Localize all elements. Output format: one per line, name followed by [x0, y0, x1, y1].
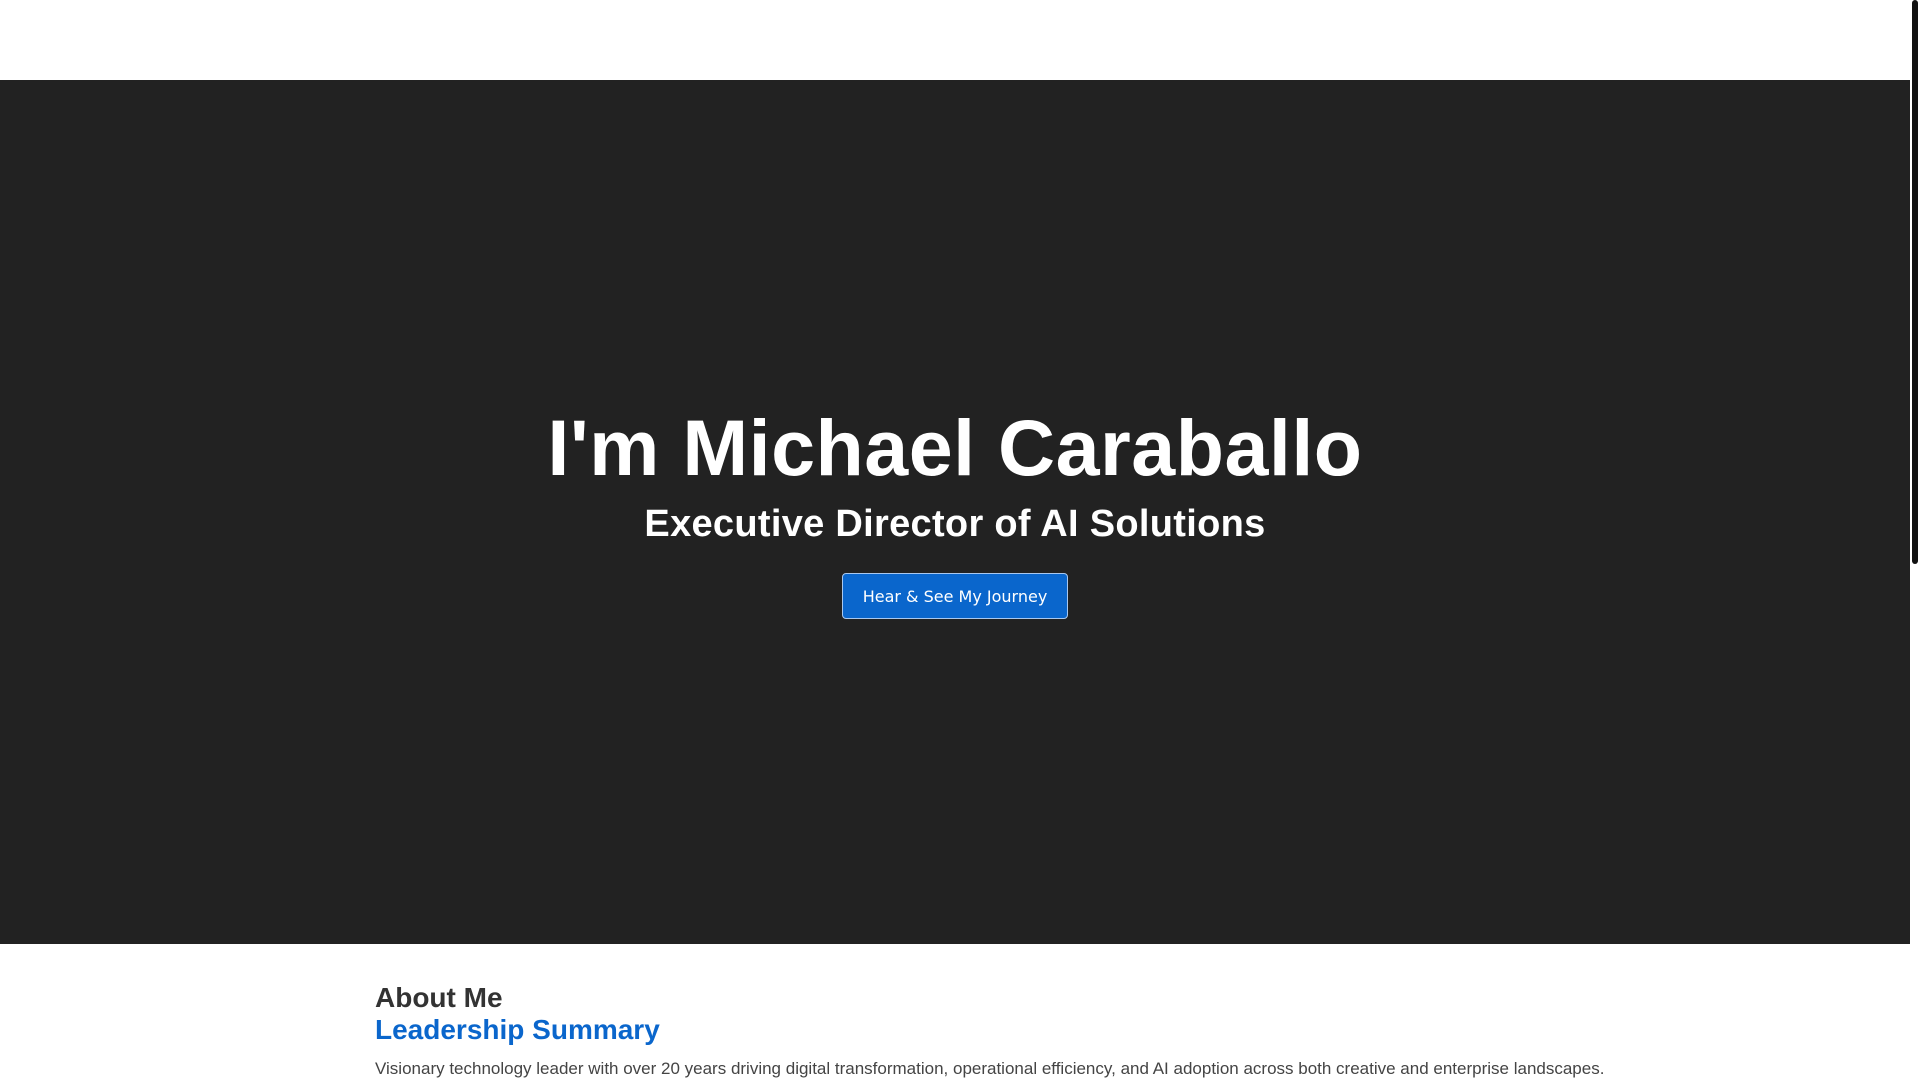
about-heading: About Me	[375, 982, 503, 1013]
hero-subtitle: Executive Director of AI Solutions	[644, 502, 1266, 545]
leadership-summary-text: Visionary technology leader with over 20…	[375, 1059, 1605, 1078]
hero-title: I'm Michael Caraballo	[547, 402, 1363, 492]
hero-section: I'm Michael Caraballo Executive Director…	[0, 80, 1910, 944]
top-navigation-bar	[0, 0, 1910, 80]
page: I'm Michael Caraballo Executive Director…	[0, 0, 1920, 1080]
viewport: I'm Michael Caraballo Executive Director…	[0, 0, 1910, 1080]
hear-and-see-journey-button[interactable]: Hear & See My Journey	[842, 573, 1068, 620]
about-section: About Me Leadership Summary Visionary te…	[0, 944, 1910, 1080]
scrollbar-thumb[interactable]	[1912, 0, 1918, 564]
page-scrollbar[interactable]	[1910, 0, 1920, 1080]
leadership-summary-heading: Leadership Summary	[375, 1014, 660, 1045]
